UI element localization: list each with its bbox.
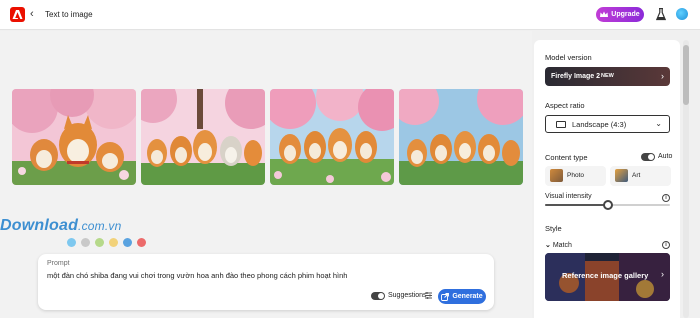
chevron-right-icon: › (661, 269, 664, 279)
generate-icon (441, 292, 450, 301)
top-bar: ‹ Text to image Upgrade (0, 0, 700, 30)
aspect-ratio-select[interactable]: Landscape (4:3) ⌄ (545, 115, 670, 133)
adobe-logo[interactable] (10, 7, 25, 22)
slider-handle[interactable] (602, 200, 613, 210)
art-thumbnail (615, 169, 628, 182)
info-icon[interactable]: i (662, 241, 670, 249)
flask-icon[interactable] (656, 8, 666, 21)
watermark-dots (67, 238, 146, 247)
chevron-down-icon: ⌄ (655, 119, 662, 128)
adobe-a-icon (12, 10, 23, 19)
upgrade-button[interactable]: Upgrade (596, 7, 644, 22)
generated-image[interactable] (270, 89, 394, 185)
aspect-ratio-heading: Aspect ratio (545, 101, 585, 110)
new-badge: NEW (601, 73, 614, 79)
prompt-input[interactable]: một đàn chó shiba đang vui chơi trong vư… (47, 271, 347, 280)
image-canvas: Download.com.vn Prompt một đàn chó shiba… (0, 31, 532, 318)
generated-image[interactable] (12, 89, 136, 185)
content-type-label: Photo (567, 172, 584, 179)
panel-scrollbar[interactable] (683, 40, 689, 318)
info-icon[interactable]: i (662, 194, 670, 202)
content-type-auto-label: Auto (658, 153, 673, 160)
visual-intensity-slider[interactable] (545, 200, 670, 210)
slider-fill (545, 204, 608, 206)
chevron-down-icon: ⌄ (545, 242, 551, 249)
photo-thumbnail (550, 169, 563, 182)
generate-button[interactable]: Generate (438, 289, 486, 304)
watermark-brand: Download (0, 217, 79, 234)
scrollbar-thumb[interactable] (683, 45, 689, 105)
model-version-card[interactable]: Firefly Image 2 NEW › (545, 67, 670, 86)
color-dot (95, 238, 104, 247)
upgrade-label: Upgrade (611, 11, 640, 18)
generated-image[interactable] (399, 89, 523, 185)
reference-image-gallery[interactable]: Reference image gallery › (545, 253, 670, 301)
watermark: Download.com.vn (0, 217, 121, 235)
model-name: Firefly Image 2 (551, 73, 601, 80)
prompt-box[interactable]: Prompt một đàn chó shiba đang vui chơi t… (38, 254, 494, 310)
avatar[interactable] (676, 8, 688, 20)
content-type-label: Art (632, 172, 641, 179)
color-dot (81, 238, 90, 247)
model-version-heading: Model version (545, 53, 592, 62)
crown-icon (600, 11, 609, 17)
generate-label: Generate (452, 293, 483, 300)
style-heading: Style (545, 224, 562, 233)
content-type-auto-toggle[interactable] (641, 153, 655, 161)
color-dot (137, 238, 146, 247)
style-match-toggle[interactable]: ⌄ Match (545, 241, 572, 249)
reference-gallery-label: Reference image gallery (562, 271, 649, 280)
watermark-suffix: .com.vn (78, 219, 122, 233)
generated-image[interactable] (141, 89, 265, 185)
content-type-photo[interactable]: Photo (545, 166, 606, 186)
suggestions-toggle[interactable] (371, 292, 385, 300)
visual-intensity-heading: Visual intensity (545, 193, 592, 200)
landscape-icon (556, 121, 566, 128)
color-dot (67, 238, 76, 247)
settings-panel: Model version Firefly Image 2 NEW › Aspe… (534, 40, 680, 318)
prompt-label: Prompt (47, 260, 70, 267)
color-dot (109, 238, 118, 247)
style-match-label: Match (552, 242, 572, 249)
color-dot (123, 238, 132, 247)
content-type-heading: Content type (545, 153, 588, 162)
aspect-ratio-value: Landscape (4:3) (572, 120, 627, 129)
content-type-art[interactable]: Art (610, 166, 671, 186)
page-title: Text to image (45, 10, 93, 19)
back-icon[interactable]: ‹ (30, 8, 34, 20)
sliders-icon[interactable] (424, 291, 433, 300)
suggestions-label: Suggestions (388, 292, 427, 299)
chevron-right-icon: › (661, 71, 664, 81)
